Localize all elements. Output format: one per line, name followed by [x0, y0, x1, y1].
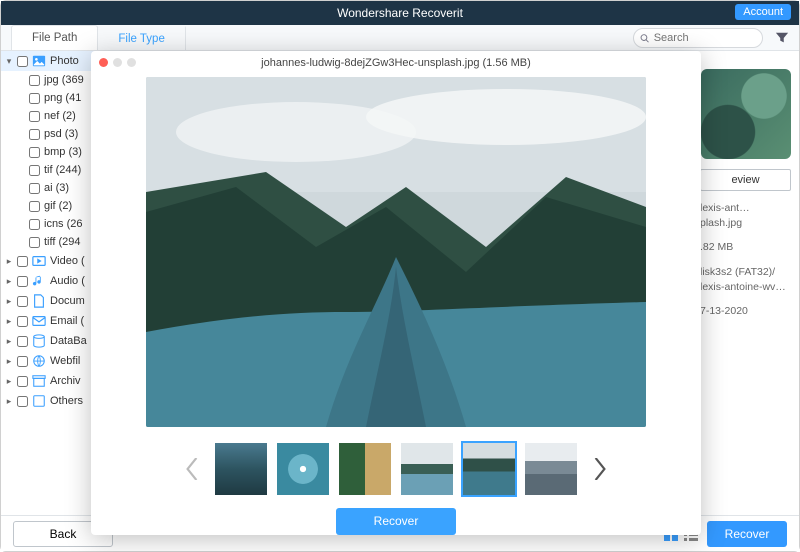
details-size: .82 MB	[700, 240, 791, 255]
checkbox[interactable]	[17, 276, 28, 287]
label: Audio (	[50, 275, 85, 287]
label: DataBa	[50, 335, 87, 347]
tab-file-path[interactable]: File Path	[11, 25, 98, 50]
sidebar-label: Photo	[50, 55, 79, 67]
label: icns (26	[44, 218, 83, 230]
checkbox[interactable]	[17, 336, 28, 347]
preview-dialog: johannes-ludwig-8dejZGw3Hec-unsplash.jpg…	[91, 51, 701, 535]
label: Docum	[50, 295, 85, 307]
label: Email (	[50, 315, 84, 327]
thumbnail-strip	[91, 441, 701, 498]
checkbox[interactable]	[29, 111, 40, 122]
checkbox[interactable]	[17, 376, 28, 387]
account-button[interactable]: Account	[735, 4, 791, 20]
caret-right-icon: ▸	[5, 276, 13, 287]
label: Others	[50, 395, 83, 407]
search-icon	[640, 33, 650, 44]
checkbox[interactable]	[29, 75, 40, 86]
app-title: Wondershare Recoverit	[337, 6, 463, 20]
thumbnail-2[interactable]	[277, 443, 329, 495]
archive-icon	[32, 374, 46, 388]
details-filename: lexis-ant…plash.jpg	[700, 201, 791, 230]
label: jpg (369	[44, 74, 84, 86]
checkbox[interactable]	[29, 201, 40, 212]
thumbnail-6[interactable]	[525, 443, 577, 495]
document-icon	[32, 294, 46, 308]
checkbox[interactable]	[29, 183, 40, 194]
details-panel: eview lexis-ant…plash.jpg .82 MB lisk3s2…	[691, 51, 799, 515]
web-icon	[32, 354, 46, 368]
database-icon	[32, 334, 46, 348]
close-icon[interactable]	[99, 58, 108, 67]
label: bmp (3)	[44, 146, 82, 158]
label: tif (244)	[44, 164, 81, 176]
checkbox[interactable]	[29, 237, 40, 248]
label: gif (2)	[44, 200, 72, 212]
checkbox[interactable]	[17, 316, 28, 327]
thumbnail-3[interactable]	[339, 443, 391, 495]
caret-right-icon: ▸	[5, 336, 13, 347]
label: png (41	[44, 92, 81, 104]
next-arrow[interactable]	[589, 447, 611, 491]
search-input[interactable]	[654, 32, 756, 44]
checkbox[interactable]	[17, 296, 28, 307]
checkbox-photo[interactable]	[17, 56, 28, 67]
details-path-1: lisk3s2 (FAT32)/	[700, 265, 791, 280]
label: nef (2)	[44, 110, 76, 122]
preview-filename: johannes-ludwig-8dejZGw3Hec-unsplash.jpg…	[261, 57, 531, 69]
details-date: 7-13-2020	[700, 304, 791, 319]
checkbox[interactable]	[29, 219, 40, 230]
checkbox[interactable]	[29, 129, 40, 140]
preview-header: johannes-ludwig-8dejZGw3Hec-unsplash.jpg…	[91, 51, 701, 75]
label: Archiv	[50, 375, 81, 387]
search-box[interactable]	[633, 28, 763, 48]
checkbox[interactable]	[17, 356, 28, 367]
checkbox[interactable]	[17, 396, 28, 407]
thumbnail-4[interactable]	[401, 443, 453, 495]
checkbox[interactable]	[17, 256, 28, 267]
caret-right-icon: ▸	[5, 396, 13, 407]
image-icon	[32, 54, 46, 68]
label: ai (3)	[44, 182, 69, 194]
label: psd (3)	[44, 128, 78, 140]
caret-right-icon: ▸	[5, 256, 13, 267]
caret-right-icon: ▸	[5, 376, 13, 387]
audio-icon	[32, 274, 46, 288]
label: Video (	[50, 255, 85, 267]
label: Webfil	[50, 355, 80, 367]
label: tiff (294	[44, 236, 81, 248]
recover-button[interactable]: Recover	[707, 521, 787, 547]
details-path-2: lexis-antoine-wv…	[700, 280, 791, 295]
prev-arrow[interactable]	[181, 447, 203, 491]
tab-file-type[interactable]: File Type	[97, 25, 185, 50]
caret-right-icon: ▸	[5, 316, 13, 327]
checkbox[interactable]	[29, 93, 40, 104]
caret-right-icon: ▸	[5, 356, 13, 367]
others-icon	[32, 394, 46, 408]
thumbnail-5[interactable]	[463, 443, 515, 495]
titlebar: Wondershare Recoverit Account	[1, 1, 799, 25]
filter-icon[interactable]	[775, 31, 789, 45]
email-icon	[32, 314, 46, 328]
window-controls	[99, 58, 136, 67]
preview-recover-button[interactable]: Recover	[336, 508, 456, 535]
checkbox[interactable]	[29, 147, 40, 158]
caret-down-icon: ▾	[5, 56, 13, 67]
checkbox[interactable]	[29, 165, 40, 176]
minimize-icon[interactable]	[113, 58, 122, 67]
preview-button[interactable]: eview	[700, 169, 791, 191]
video-icon	[32, 254, 46, 268]
preview-image	[146, 77, 646, 427]
tab-row: File Path File Type	[1, 25, 799, 51]
maximize-icon[interactable]	[127, 58, 136, 67]
details-thumbnail	[701, 69, 791, 159]
thumbnail-1[interactable]	[215, 443, 267, 495]
caret-right-icon: ▸	[5, 296, 13, 307]
